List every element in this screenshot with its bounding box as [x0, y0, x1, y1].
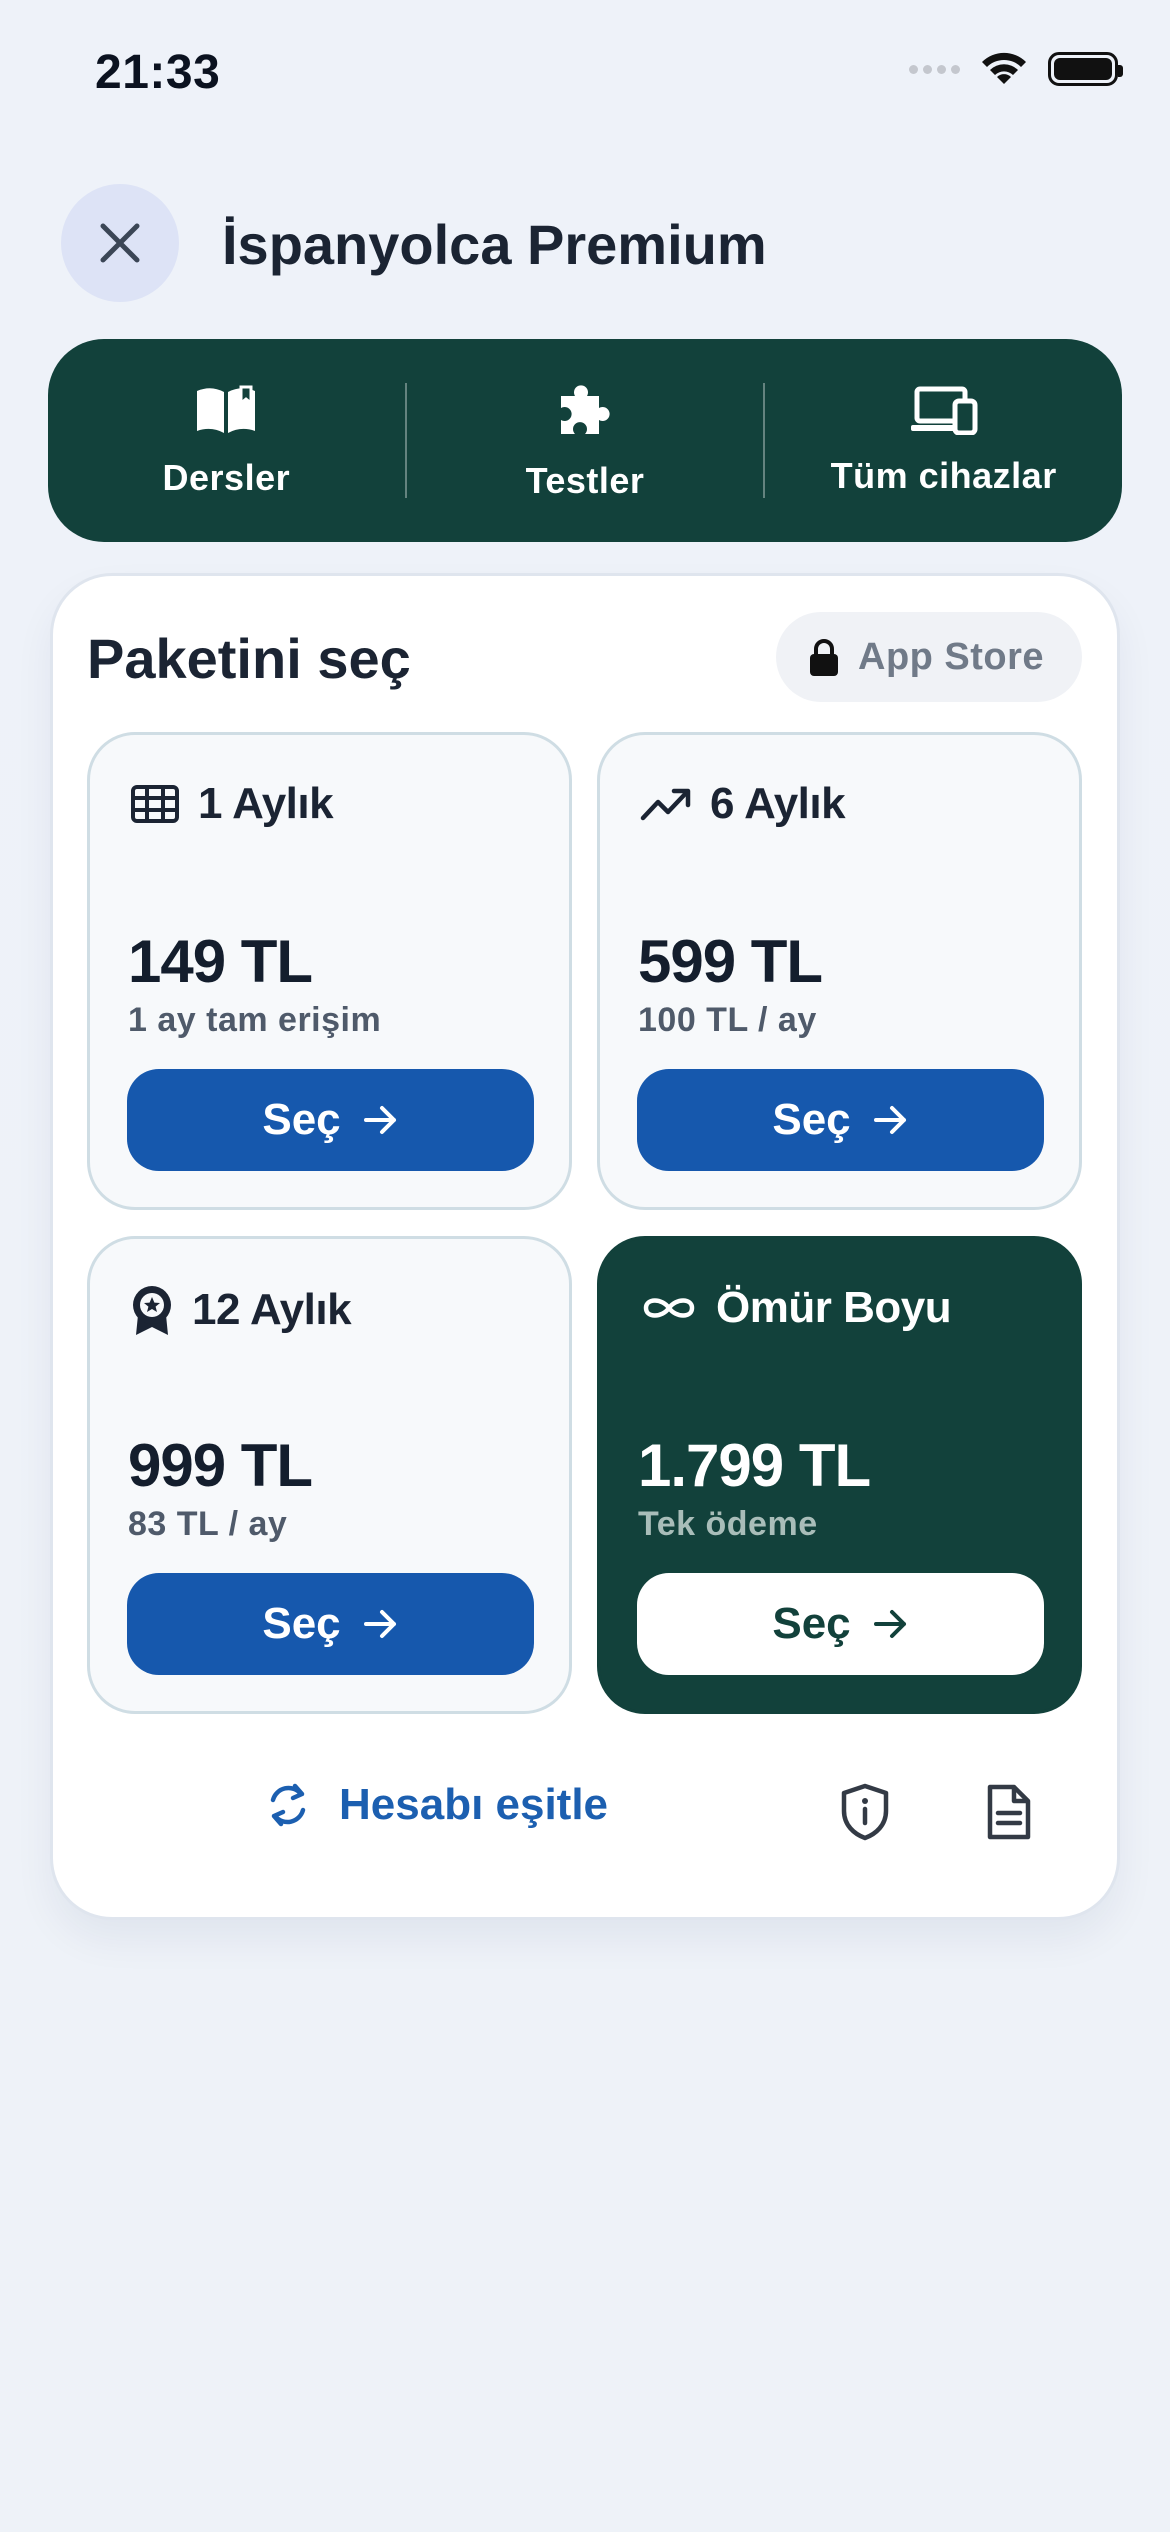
button-label: Seç — [772, 1095, 851, 1144]
arrow-right-icon — [363, 1610, 396, 1638]
plan-subtitle: 83 TL / ay — [128, 1505, 288, 1543]
feature-lessons: Dersler — [48, 339, 405, 542]
privacy-button[interactable] — [840, 1783, 890, 1846]
feature-bar: Dersler Testler Tüm cihazlar — [48, 339, 1122, 542]
terms-button[interactable] — [986, 1783, 1032, 1846]
lock-icon — [810, 639, 838, 676]
feature-label: Dersler — [162, 456, 291, 498]
arrow-right-icon — [873, 1610, 906, 1638]
select-plan-button[interactable]: Seç — [127, 1069, 534, 1171]
plan-card-12-months[interactable]: 12 Aylık 999 TL 83 TL / ay Seç — [87, 1236, 572, 1714]
button-label: Seç — [262, 1599, 341, 1648]
page-title: İspanyolca Premium — [222, 213, 767, 276]
plan-subtitle: Tek ödeme — [638, 1505, 818, 1543]
open-book-icon — [197, 385, 256, 433]
select-plan-button[interactable]: Seç — [127, 1573, 534, 1675]
plan-card-1-month[interactable]: 1 Aylık 149 TL 1 ay tam erişim Seç — [87, 732, 572, 1210]
feature-devices: Tüm cihazlar — [765, 339, 1122, 542]
feature-label: Testler — [525, 459, 645, 501]
app-store-chip: App Store — [776, 612, 1082, 702]
plan-price: 599 TL — [638, 928, 823, 995]
plan-subtitle: 1 ay tam erişim — [128, 1001, 382, 1039]
section-title: Paketini seç — [87, 627, 411, 690]
infinity-icon — [643, 1298, 695, 1318]
store-label: App Store — [858, 635, 1045, 678]
sync-account-button[interactable]: Hesabı eşitle — [265, 1780, 608, 1830]
plan-name: 6 Aylık — [710, 779, 846, 828]
document-icon — [987, 1784, 1031, 1840]
plan-price: 999 TL — [128, 1432, 313, 1499]
award-icon — [133, 1286, 171, 1335]
feature-tests: Testler — [407, 339, 764, 542]
close-button[interactable] — [61, 184, 179, 302]
puzzle-icon — [561, 384, 610, 434]
plan-card-6-months[interactable]: 6 Aylık 599 TL 100 TL / ay Seç — [597, 732, 1082, 1210]
feature-label: Tüm cihazlar — [830, 454, 1057, 496]
button-label: Seç — [772, 1599, 851, 1648]
grid-icon — [131, 785, 179, 823]
plan-subtitle: 100 TL / ay — [638, 1001, 817, 1039]
status-time: 21:33 — [95, 46, 221, 99]
battery-icon — [1048, 52, 1123, 86]
select-plan-button[interactable]: Seç — [637, 1573, 1044, 1675]
close-icon — [100, 223, 140, 263]
status-icons — [909, 50, 1123, 88]
plan-name: 12 Aylık — [192, 1285, 352, 1334]
plan-price: 1.799 TL — [638, 1432, 871, 1499]
plan-price: 149 TL — [128, 928, 313, 995]
arrow-right-icon — [363, 1106, 396, 1134]
wifi-icon — [982, 52, 1026, 84]
cellular-signal-icon — [909, 64, 960, 74]
plan-card-lifetime[interactable]: Ömür Boyu 1.799 TL Tek ödeme Seç — [597, 1236, 1082, 1714]
arrow-right-icon — [873, 1106, 906, 1134]
sync-label: Hesabı eşitle — [339, 1780, 609, 1829]
devices-icon — [910, 386, 978, 435]
select-plan-button[interactable]: Seç — [637, 1069, 1044, 1171]
shield-info-icon — [841, 1783, 889, 1841]
button-label: Seç — [262, 1095, 341, 1144]
sync-icon — [270, 1783, 306, 1827]
plan-name: Ömür Boyu — [716, 1283, 952, 1332]
trending-up-icon — [640, 788, 691, 821]
plan-name: 1 Aylık — [198, 779, 334, 828]
